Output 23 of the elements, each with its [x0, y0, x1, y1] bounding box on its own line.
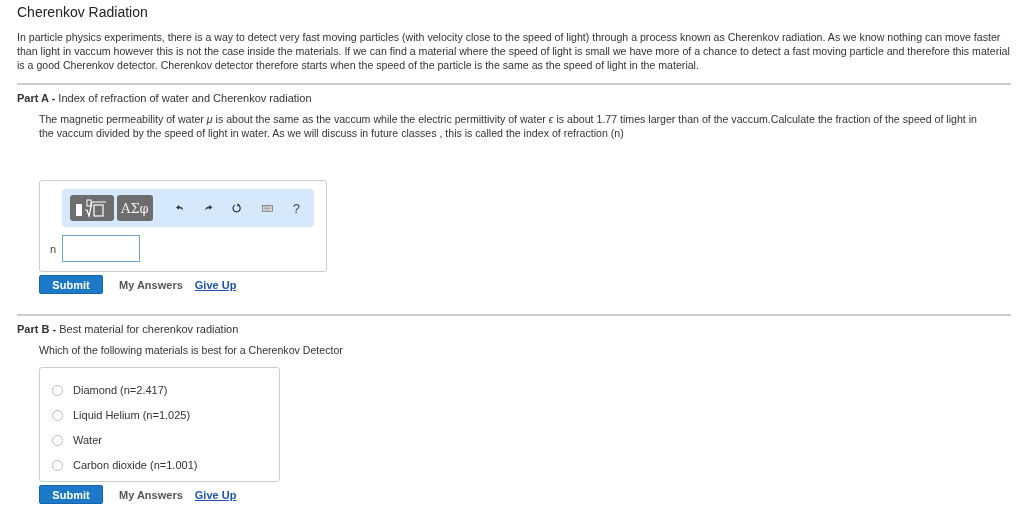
submit-button[interactable]: Submit [39, 275, 103, 294]
help-button[interactable]: ? [286, 199, 306, 217]
option-label[interactable]: Carbon dioxide (n=1.001) [73, 459, 198, 471]
question-text: Which of the following materials is best for a Cherenkov Detector [39, 343, 344, 357]
option-label[interactable]: Diamond (n=2.417) [73, 384, 168, 396]
part-heading: Part A - Index of refraction of water and Cherenkov radiation [17, 92, 313, 104]
keyboard-icon[interactable] [262, 202, 273, 214]
answer-field[interactable] [62, 235, 140, 262]
variable-label: n [50, 242, 58, 255]
option-label[interactable]: Water [73, 434, 102, 446]
option-label[interactable]: Liquid Helium (n=1.025) [73, 409, 191, 421]
intro-paragraph: In particle physics experiments, there is a way to detect very fast moving particles (with velocity close to the speed of light) through a process known as Cherenkov radiation. As we know nothing can move faster than light in vaccum however this is not the case inside the materials. If we can find a material where the speed of light is small we have more of a chance to detect a fast moving particle and therefore this material is a good Cherenkov detector. Cherenkov detector therefore starts when the speed of the particle is the same as the speed of light in the material. [17, 30, 1011, 72]
question-text: The magnetic permeability of water μ is about the same as the vaccum while the electric permittivity of water ϵ is about 1.77 times larger than of the vaccum.Calculate the fraction of the speed of light in the vaccum divided by the speed of light in water. As we will discuss in future classes , this is called the index of refraction (n) [39, 112, 978, 140]
redo-icon[interactable] [204, 202, 213, 214]
give-up-link[interactable]: Give Up [194, 278, 237, 291]
part-heading: Part B - Best material for cherenkov radiation [17, 323, 240, 335]
template-button[interactable] [70, 195, 114, 221]
my-answers-link[interactable]: My Answers [119, 488, 183, 501]
my-answers-link[interactable]: My Answers [119, 278, 183, 291]
symbols-button[interactable]: ΑΣφ [117, 195, 153, 221]
give-up-link[interactable]: Give Up [194, 488, 237, 501]
submit-button[interactable]: Submit [39, 485, 103, 504]
page-title: Cherenkov Radiation [17, 4, 149, 20]
